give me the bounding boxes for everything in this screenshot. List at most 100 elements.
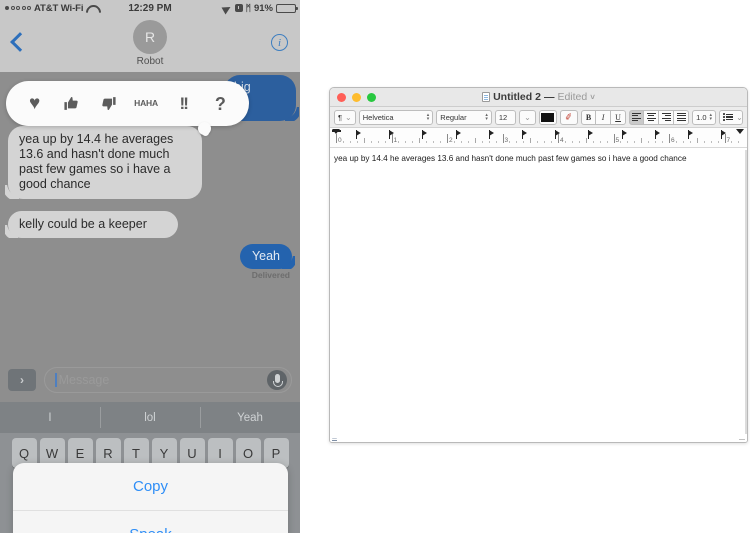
bubble-tail: [282, 256, 295, 269]
ruler-minor-tick: [620, 140, 622, 143]
prediction-1[interactable]: I: [0, 402, 100, 433]
ruler-tab-stop[interactable]: [455, 129, 461, 139]
ruler-tab-stop[interactable]: [588, 129, 594, 139]
message-bubble-outgoing-yeah[interactable]: Yeah: [239, 244, 295, 269]
back-chevron-icon[interactable]: [10, 34, 24, 48]
stepper-arrows-icon: ▴ ▾: [485, 112, 488, 122]
message-bubble-incoming-long[interactable]: yea up by 14.4 he averages 13.6 and hasn…: [8, 126, 202, 199]
ruler-minor-tick: [578, 140, 580, 143]
expand-apps-button[interactable]: ›: [8, 369, 36, 391]
font-size-menu[interactable]: ⌄: [519, 109, 536, 125]
screenshot-root: AT&T Wi-Fi 12:29 PM ᛗ 91% R Robot i big: [0, 0, 750, 533]
location-arrow-icon: [223, 4, 232, 13]
line-spacing-field[interactable]: 1.0 ▴ ▾: [692, 109, 717, 125]
ruler-tab-stop[interactable]: [356, 129, 361, 139]
question-reaction-icon[interactable]: ?: [205, 89, 235, 119]
ruler-tab-stop[interactable]: [654, 129, 660, 139]
tapback-tail-dot-small: [202, 129, 209, 136]
ruler-minor-tick: [342, 140, 344, 143]
ruler-minor-tick: [412, 140, 414, 143]
status-bar-right: ᛗ 91%: [223, 0, 298, 16]
ruler-minor-tick: [717, 140, 719, 143]
iphone-screen: AT&T Wi-Fi 12:29 PM ᛗ 91% R Robot i big: [0, 0, 300, 533]
contact-name-label: Robot: [136, 56, 164, 67]
conversation-area: big ♥ HA HA !! ?: [0, 72, 300, 533]
font-style-select[interactable]: Regular ▴ ▾: [436, 109, 492, 125]
align-right-button[interactable]: [659, 109, 675, 125]
message-bubble-incoming-kelly[interactable]: kelly could be a keeper: [8, 211, 178, 238]
ruler-unit-label: 0: [338, 137, 342, 144]
ruler-minor-tick: [495, 140, 497, 143]
ruler-minor-tick: [738, 140, 740, 143]
vertical-scrollbar[interactable]: [745, 150, 747, 434]
thumbs-up-reaction-icon[interactable]: [57, 89, 87, 119]
tapback-reaction-bar[interactable]: ♥ HA HA !! ?: [6, 81, 249, 126]
paragraph-style-menu[interactable]: ¶ ⌄: [334, 109, 356, 125]
ruler-minor-tick: [599, 140, 601, 143]
ruler-minor-tick: [516, 140, 518, 143]
font-size-field[interactable]: 12: [494, 109, 517, 125]
bold-button[interactable]: B: [581, 109, 597, 125]
align-justify-button[interactable]: [674, 109, 690, 125]
textedit-document-body[interactable]: yea up by 14.4 he averages 13.6 and hasn…: [330, 150, 747, 442]
ruler-minor-tick: [648, 140, 650, 143]
info-circle-icon[interactable]: i: [271, 34, 288, 51]
textedit-ruler[interactable]: 0 1 2 3 4 5 6 7: [330, 128, 747, 148]
avatar[interactable]: R: [133, 20, 167, 54]
ruler-half-tick: [363, 138, 365, 143]
prediction-3[interactable]: Yeah: [200, 402, 300, 433]
ruler-major-tick: [447, 134, 448, 143]
underline-label: U: [615, 112, 621, 122]
font-family-select[interactable]: Helvetica ▴ ▾: [358, 109, 434, 125]
ruler-tab-stop[interactable]: [389, 129, 395, 139]
ruler-tab-stop[interactable]: [488, 129, 494, 139]
ruler-major-tick: [336, 134, 337, 143]
edited-label: Edited: [557, 91, 588, 103]
ruler-tab-stop[interactable]: [688, 129, 693, 139]
ruler-minor-tick: [551, 140, 553, 143]
ruler-tab-stop[interactable]: [721, 129, 727, 139]
ruler-tab-stop[interactable]: [422, 129, 428, 139]
underline-button[interactable]: U: [611, 109, 627, 125]
message-input[interactable]: Message: [44, 367, 292, 393]
align-left-button[interactable]: [629, 109, 645, 125]
bullet-list-icon: [723, 113, 733, 120]
haha-reaction-icon[interactable]: HA HA: [131, 89, 161, 119]
prediction-2[interactable]: lol: [100, 402, 200, 433]
textedit-title-bar[interactable]: Untitled 2 — Edited ˅: [330, 88, 747, 107]
ruler-major-tick: [502, 134, 504, 143]
ruler-minor-tick: [467, 140, 469, 143]
speak-action[interactable]: Speak: [13, 510, 288, 533]
ruler-minor-tick: [689, 140, 691, 143]
ruler-minor-tick: [433, 140, 435, 143]
ruler-minor-tick: [356, 140, 358, 143]
ruler-tab-stop[interactable]: [555, 129, 561, 139]
ruler-minor-tick: [675, 140, 677, 143]
ruler-half-tick: [474, 138, 476, 143]
ruler-tab-stop[interactable]: [522, 129, 527, 139]
bullet-list-menu[interactable]: ⌄: [719, 109, 744, 125]
resize-handle[interactable]: [738, 433, 745, 440]
ruler-half-tick: [419, 138, 421, 143]
italic-button[interactable]: I: [596, 109, 612, 125]
bubble-tail: [5, 225, 18, 238]
title-separator: —: [543, 91, 555, 103]
ruler-minor-tick: [370, 140, 372, 143]
ruler-unit-label: 5: [615, 137, 620, 144]
microphone-icon[interactable]: [267, 370, 287, 390]
chevron-down-icon[interactable]: ˅: [590, 93, 595, 102]
thumbs-down-reaction-icon[interactable]: [94, 89, 124, 119]
align-center-button[interactable]: [644, 109, 660, 125]
exclamation-reaction-icon[interactable]: !!: [168, 89, 198, 119]
ruler-minor-tick: [537, 140, 539, 143]
ruler-tab-stop[interactable]: [621, 129, 627, 139]
ruler-unit-label: 3: [504, 137, 509, 144]
text-color-swatch[interactable]: [538, 109, 557, 125]
line-spacing-value: 1.0: [696, 112, 707, 122]
highlight-pen-icon[interactable]: ✐: [559, 109, 579, 125]
heart-reaction-icon[interactable]: ♥: [20, 89, 50, 119]
ruler-unit-label: 6: [671, 137, 675, 144]
ruler-minor-tick: [488, 140, 490, 143]
message-input-placeholder: Message: [58, 373, 110, 387]
copy-action[interactable]: Copy: [13, 463, 288, 510]
